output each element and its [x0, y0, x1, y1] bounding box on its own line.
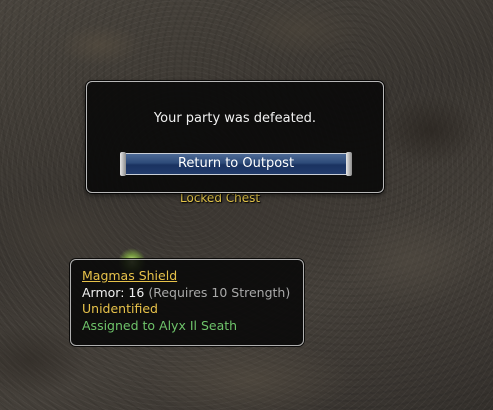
armor-requirement: (Requires 10 Strength): [148, 284, 291, 300]
game-world-background: [0, 0, 493, 410]
item-status: Unidentified: [82, 301, 158, 316]
return-to-outpost-button[interactable]: Return to Outpost: [120, 152, 352, 176]
item-tooltip: Magmas Shield Armor: 16 (Requires 10 Str…: [70, 259, 304, 346]
armor-label: Armor:: [82, 284, 125, 300]
armor-line: Armor: 16 (Requires 10 Strength): [82, 285, 292, 302]
defeat-dialog: Your party was defeated. Return to Outpo…: [86, 81, 384, 193]
defeat-message: Your party was defeated.: [153, 111, 317, 126]
item-name: Magmas Shield: [82, 268, 178, 283]
button-left-cap: [120, 152, 126, 176]
button-right-cap: [346, 152, 352, 176]
return-button-label: Return to Outpost: [177, 156, 295, 171]
item-assignment: Assigned to Alyx Il Seath: [82, 317, 238, 333]
armor-value: 16: [128, 284, 145, 300]
locked-chest-label[interactable]: Locked Chest: [180, 191, 260, 205]
